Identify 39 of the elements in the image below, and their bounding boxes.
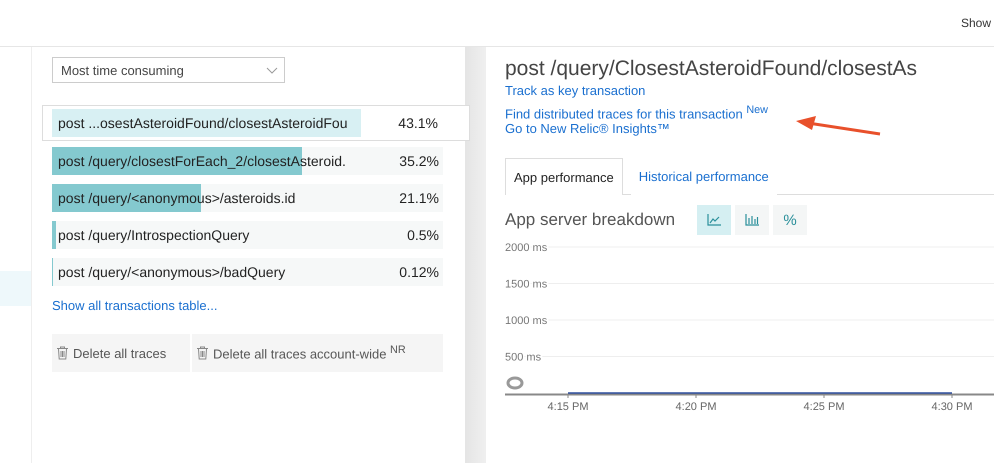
- transaction-percent: 43.1%: [397, 115, 439, 131]
- transaction-row[interactable]: post /query/<anonymous>/badQuery 0.12%: [52, 258, 443, 286]
- transaction-percent: 35.2%: [398, 153, 440, 169]
- action-link[interactable]: Find distributed traces for this transaction $^{New}$: [505, 104, 994, 122]
- y-axis-label: 1500 ms: [505, 278, 548, 291]
- x-axis-label: 4:25 PM: [804, 401, 844, 412]
- chart-mode-button[interactable]: [735, 205, 770, 236]
- trash-icon: [56, 346, 69, 360]
- loading-icon: [506, 376, 524, 390]
- chart-mode-button[interactable]: [697, 205, 732, 236]
- y-axis-label: 500 ms: [505, 352, 542, 364]
- x-axis-label: 4:15 PM: [548, 401, 588, 412]
- y-axis-label: 2000 ms: [505, 242, 548, 254]
- tab[interactable]: App performance: [505, 158, 623, 196]
- show-label[interactable]: Show: [960, 16, 991, 30]
- action-link[interactable]: Go to New Relic® Insights™: [505, 121, 994, 136]
- transaction-row[interactable]: post ...osestAsteroidFound/closestAsteroidFou 43.1%: [42, 105, 470, 141]
- x-axis-label: 4:30 PM: [932, 401, 972, 412]
- delete-button[interactable]: Delete all traces account-wide $^{NR}$: [192, 334, 443, 372]
- show-all-link[interactable]: Show all transactions table...: [52, 298, 443, 313]
- transaction-percent: 0.5%: [406, 227, 440, 243]
- transaction-name: post /query/IntrospectionQuery: [57, 227, 250, 243]
- transaction-name: post /query/<anonymous>/badQuery: [57, 264, 286, 280]
- area-chart-icon: [707, 214, 722, 226]
- transaction-name: post ...osestAsteroidFound/closestAsteroidFou: [57, 115, 348, 131]
- transaction-percent: 0.12%: [398, 264, 440, 280]
- transaction-percent: 21.1%: [398, 190, 440, 206]
- transaction-title: post /query/ClosestAsteroidFound/closestAs: [505, 57, 918, 81]
- transaction-row[interactable]: post /query/IntrospectionQuery 0.5%: [52, 221, 443, 249]
- chevron-down-icon: [266, 66, 278, 74]
- action-link[interactable]: Track as key transaction: [505, 83, 994, 98]
- chart-mode-button[interactable]: %: [773, 205, 808, 236]
- trash-icon: [196, 346, 209, 360]
- bar-chart-icon: [745, 214, 760, 226]
- delete-button[interactable]: Delete all traces: [52, 334, 190, 372]
- x-axis-label: 4:20 PM: [676, 401, 716, 412]
- y-axis-label: 1000 ms: [505, 315, 548, 328]
- chart-title: App server breakdown: [505, 210, 676, 230]
- sort-dropdown[interactable]: Most time consuming: [52, 57, 285, 83]
